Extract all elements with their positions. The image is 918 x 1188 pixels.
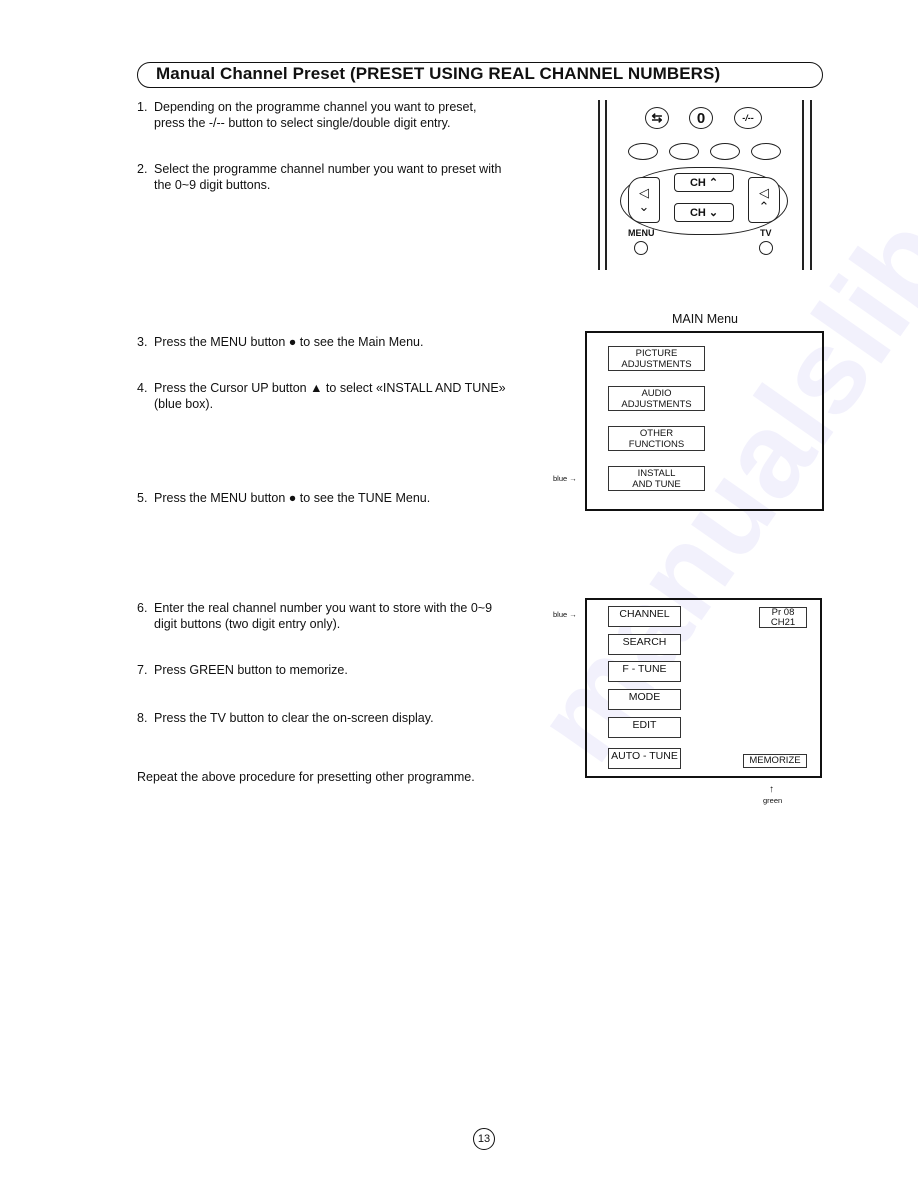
- chevron-up-icon: ⌃: [758, 199, 770, 214]
- page-number: 13: [473, 1128, 495, 1150]
- volume-icon: ◁: [759, 185, 769, 200]
- tune-item-f-tune[interactable]: F - TUNE: [608, 661, 681, 682]
- menu-item-install-and-tune[interactable]: INSTALL AND TUNE: [608, 466, 705, 491]
- blue-pointer-label: blue →: [553, 474, 577, 483]
- page-title: Manual Channel Preset (PRESET USING REAL…: [156, 64, 721, 83]
- blue-button[interactable]: [751, 143, 781, 160]
- step-1: 1. Depending on the programme channel you…: [137, 100, 477, 130]
- remote-edge-right-inner: [802, 100, 804, 270]
- menu-item-other-functions[interactable]: OTHER FUNCTIONS: [608, 426, 705, 451]
- menu-item-picture-adjustments[interactable]: PICTURE ADJUSTMENTS: [608, 346, 705, 371]
- green-button[interactable]: [669, 143, 699, 160]
- chevron-down-icon: ⌄: [708, 207, 719, 219]
- program-channel-status: Pr 08 CH21: [759, 607, 807, 628]
- chevron-up-icon: ⌃: [708, 177, 719, 189]
- remote-edge-right-outer: [810, 100, 812, 270]
- swap-icon[interactable]: ⇆: [645, 107, 669, 129]
- repeat-note: Repeat the above procedure for presettin…: [137, 770, 475, 784]
- step-5: 5. Press the MENU button ● to see the TUN…: [137, 491, 431, 505]
- tv-label: TV: [760, 228, 772, 238]
- channel-up-button[interactable]: CH ⌃: [674, 173, 734, 192]
- tune-item-auto-tune[interactable]: AUTO - TUNE: [608, 748, 681, 769]
- green-pointer-label: green: [763, 796, 783, 805]
- memorize-button[interactable]: MEMORIZE: [743, 754, 807, 768]
- remote-edge-left-inner: [605, 100, 607, 270]
- main-menu-caption: MAIN Menu: [672, 312, 738, 326]
- step-7: 7. Press GREEN button to memorize.: [137, 663, 348, 677]
- step-4: 4. Press the Cursor UP button ▲ to select…: [137, 381, 506, 411]
- arrow-up-icon: ↑: [769, 784, 774, 795]
- chevron-down-icon: ⌄: [638, 199, 650, 214]
- tune-item-search[interactable]: SEARCH: [608, 634, 681, 655]
- blue-pointer-label: blue →: [553, 610, 577, 619]
- tune-item-edit[interactable]: EDIT: [608, 717, 681, 738]
- tune-item-channel[interactable]: CHANNEL: [608, 606, 681, 627]
- menu-button[interactable]: [634, 241, 648, 255]
- volume-icon: ◁: [639, 185, 649, 200]
- tv-button[interactable]: [759, 241, 773, 255]
- step-3: 3. Press the MENU button ● to see the Mai…: [137, 335, 424, 349]
- channel-down-button[interactable]: CH ⌄: [674, 203, 734, 222]
- menu-label: MENU: [628, 228, 655, 238]
- step-2: 2. Select the programme channel number yo…: [137, 162, 502, 192]
- volume-down-button[interactable]: ◁ ⌄: [628, 177, 660, 223]
- digit-mode-icon[interactable]: -/--: [734, 107, 762, 129]
- remote-edge-left-outer: [598, 100, 600, 270]
- step-8: 8. Press the TV button to clear the on-sc…: [137, 711, 434, 725]
- volume-up-button[interactable]: ◁ ⌃: [748, 177, 780, 223]
- red-button[interactable]: [628, 143, 658, 160]
- step-6: 6. Enter the real channel number you want…: [137, 601, 493, 631]
- menu-item-audio-adjustments[interactable]: AUDIO ADJUSTMENTS: [608, 386, 705, 411]
- yellow-button[interactable]: [710, 143, 740, 160]
- remote-illustration: ⇆ 0 -/-- ◁ ⌄ ◁ ⌃ CH ⌃ CH ⌄ MENU TV: [590, 95, 820, 270]
- tune-item-mode[interactable]: MODE: [608, 689, 681, 710]
- zero-button[interactable]: 0: [689, 107, 713, 129]
